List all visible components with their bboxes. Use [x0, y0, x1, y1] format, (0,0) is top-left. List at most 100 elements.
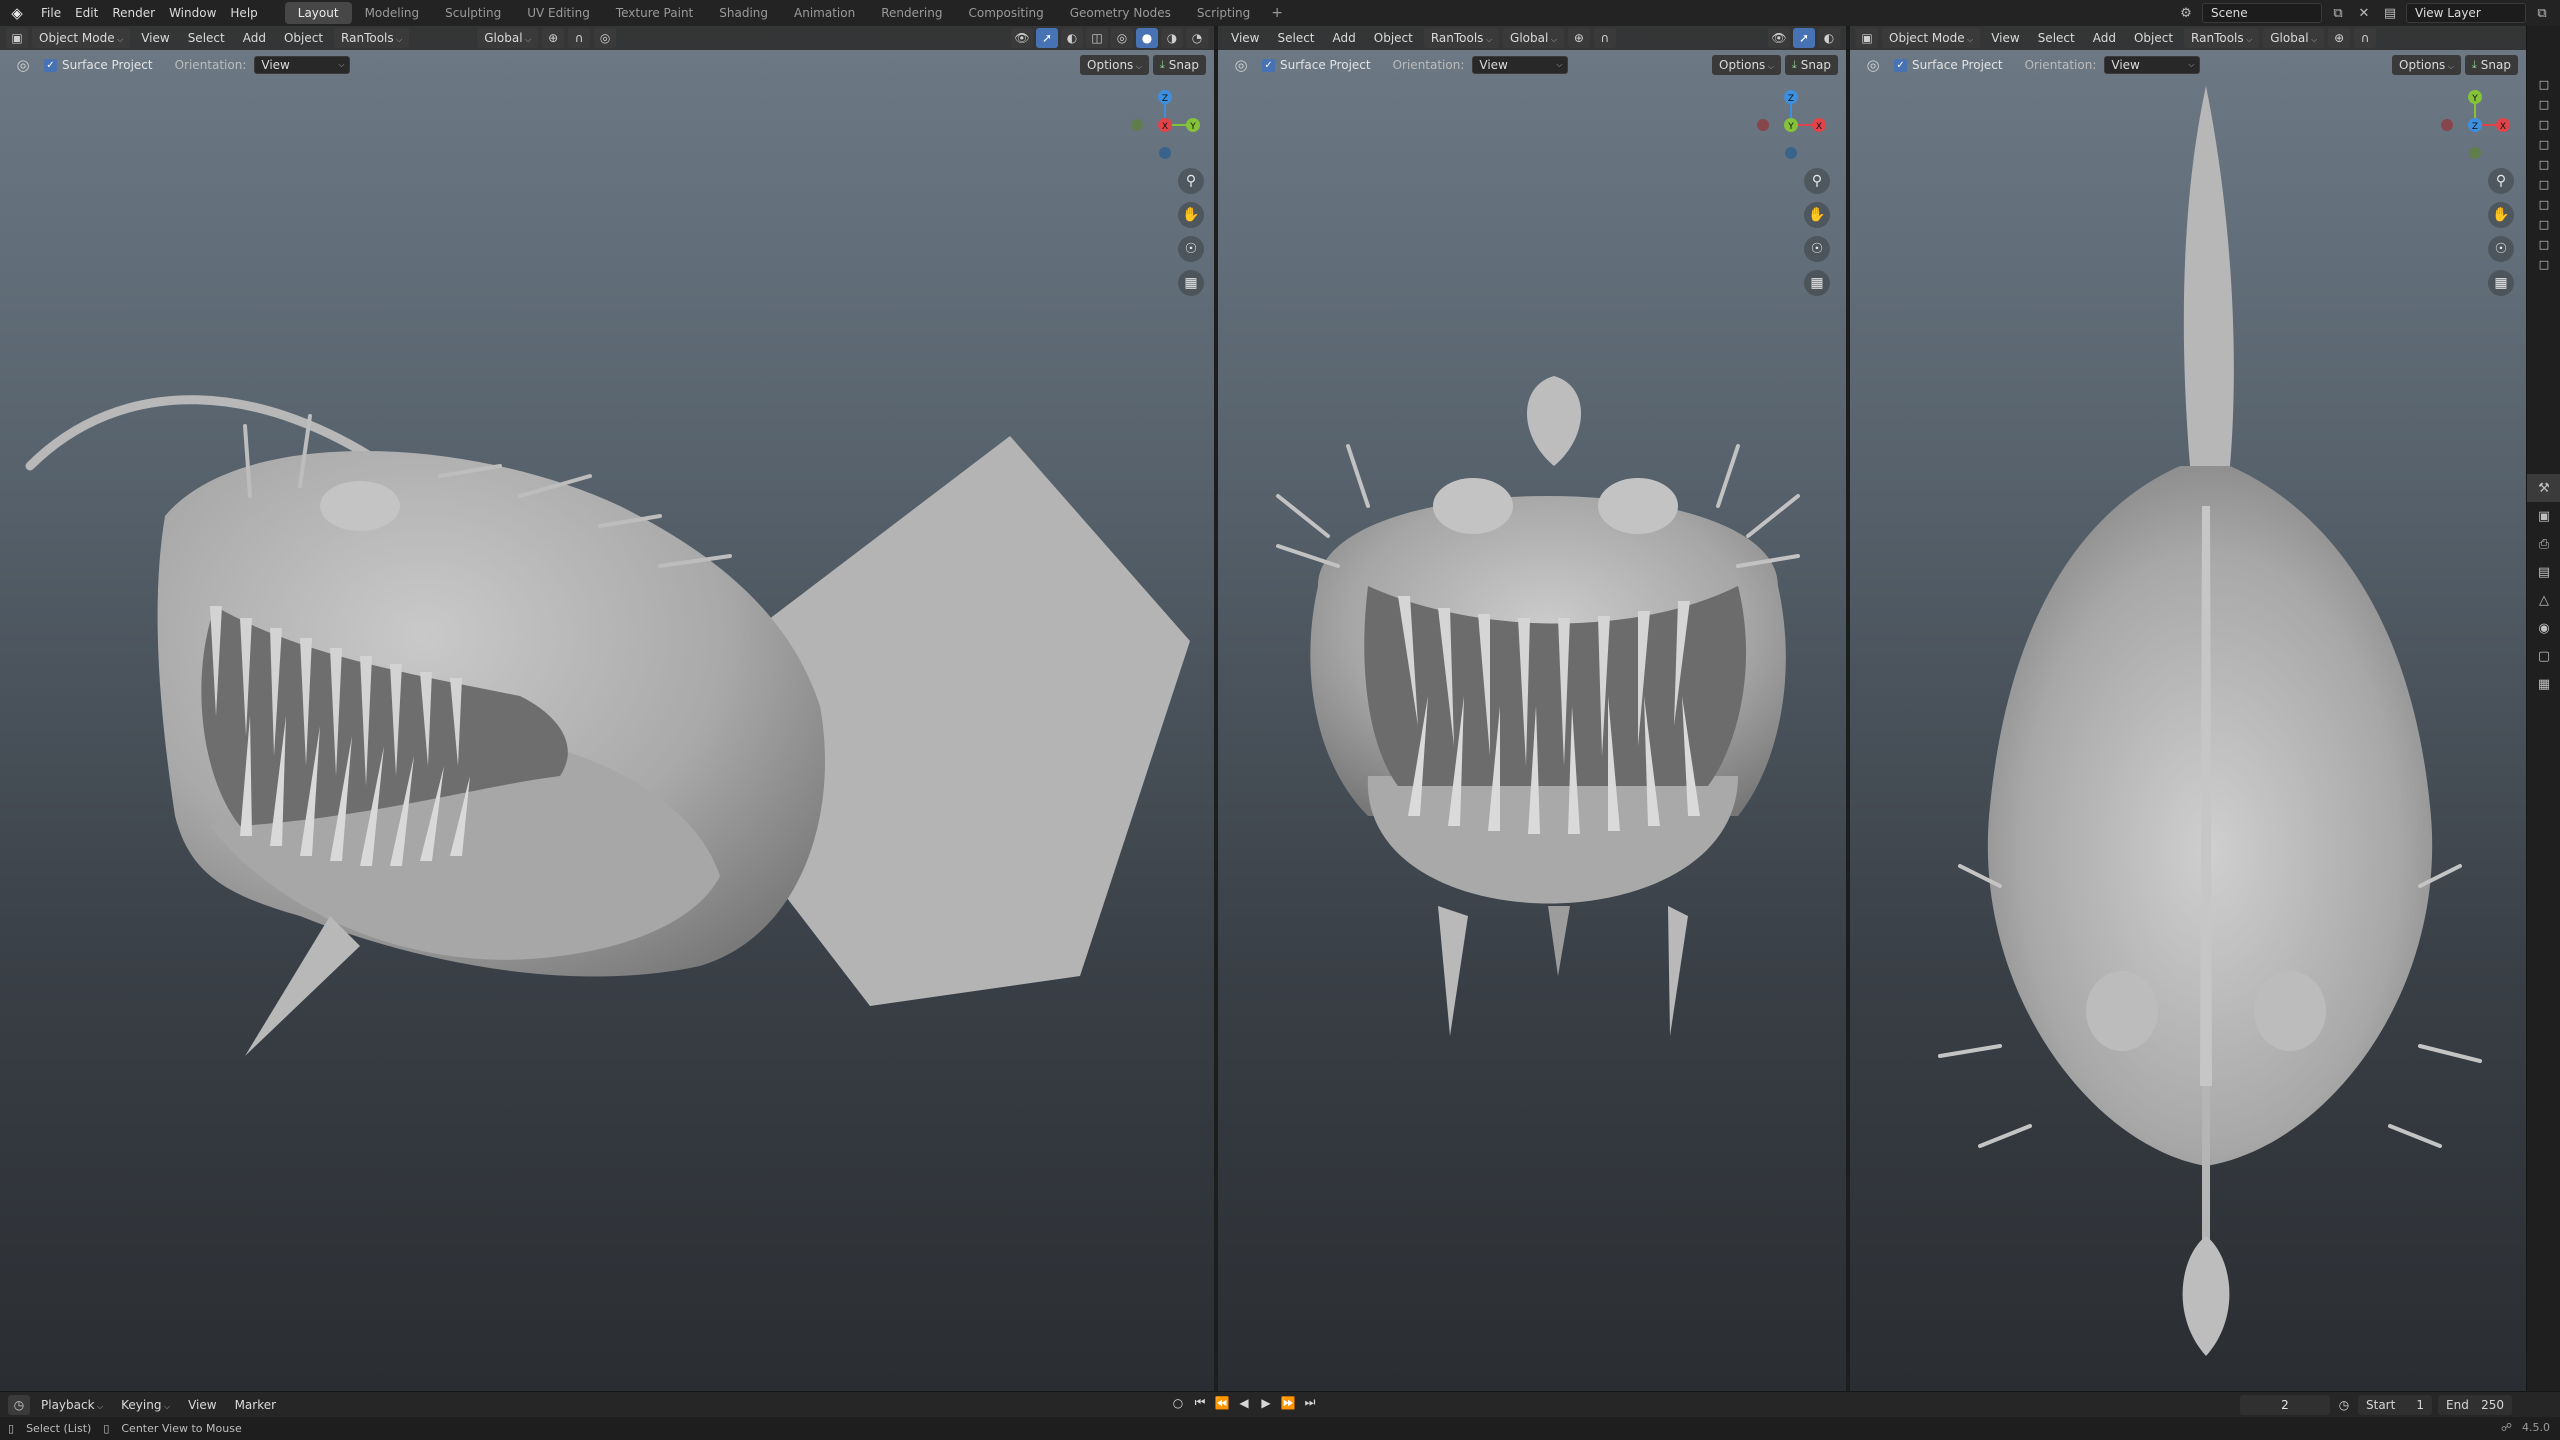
surface-project-checkbox[interactable]: ✓ Surface Project [1262, 58, 1371, 72]
render-properties-icon[interactable]: ▣ [2527, 502, 2560, 530]
options-button[interactable]: Options [1080, 55, 1149, 75]
camera-icon[interactable]: □ [2527, 134, 2560, 154]
gizmo-toggle-icon[interactable]: ➚ [1036, 28, 1058, 48]
editor-type-icon[interactable]: ▣ [6, 28, 28, 48]
tab-shading[interactable]: Shading [706, 2, 781, 24]
menu-window[interactable]: Window [162, 0, 223, 26]
output-properties-icon[interactable]: ⎙ [2527, 530, 2560, 558]
axis-neg-z-icon[interactable] [1785, 147, 1797, 159]
zoom-icon[interactable]: ⚲ [1804, 168, 1830, 194]
mode-selector[interactable]: Object Mode [32, 28, 131, 48]
menu-object[interactable]: Object [277, 28, 330, 48]
view-layer-properties-icon[interactable]: ▤ [2527, 558, 2560, 586]
mode-selector[interactable]: Object Mode [1882, 28, 1981, 48]
camera-view-icon[interactable]: ☉ [1804, 236, 1830, 262]
menu-edit[interactable]: Edit [68, 0, 105, 26]
tab-animation[interactable]: Animation [781, 2, 868, 24]
menu-render[interactable]: Render [105, 0, 162, 26]
pan-hand-icon[interactable]: ✋ [1178, 202, 1204, 228]
editor-type-icon[interactable]: ▣ [1856, 28, 1878, 48]
play-icon[interactable]: ▶ [1258, 1396, 1274, 1410]
menu-add[interactable]: Add [1326, 28, 1363, 48]
visibility-icon[interactable]: 👁 [1768, 28, 1790, 48]
current-frame-field[interactable]: 2 [2240, 1395, 2330, 1415]
options-button[interactable]: Options [1712, 55, 1781, 75]
collection-properties-icon[interactable]: ▢ [2527, 642, 2560, 670]
prev-keyframe-icon[interactable]: ⏪ [1214, 1396, 1230, 1410]
xray-toggle-icon[interactable]: ◫ [1086, 28, 1108, 48]
editor-type-icon[interactable]: ◷ [8, 1394, 30, 1415]
menu-rantools[interactable]: RanTools [2184, 28, 2260, 48]
orientation-dropdown[interactable]: View [254, 56, 351, 74]
camera-icon[interactable]: □ [2527, 154, 2560, 174]
camera-icon[interactable]: □ [2527, 254, 2560, 274]
marker-menu[interactable]: Marker [228, 1395, 283, 1415]
snap-button[interactable]: ⤓ Snap [1784, 55, 1838, 75]
menu-add[interactable]: Add [236, 28, 273, 48]
menu-view[interactable]: View [1984, 28, 2026, 48]
menu-select[interactable]: Select [2031, 28, 2082, 48]
active-tool-icon[interactable]: ◎ [1860, 54, 1886, 76]
creature-top-model[interactable] [1850, 86, 2526, 1366]
play-reverse-icon[interactable]: ◀ [1236, 1396, 1252, 1410]
transform-orientation-selector[interactable]: Global [477, 28, 539, 48]
camera-icon[interactable]: □ [2527, 94, 2560, 114]
zoom-icon[interactable]: ⚲ [1178, 168, 1204, 194]
world-properties-icon[interactable]: ◉ [2527, 614, 2560, 642]
tab-modeling[interactable]: Modeling [352, 2, 433, 24]
tab-compositing[interactable]: Compositing [955, 2, 1056, 24]
active-tool-icon[interactable]: ◎ [10, 54, 36, 76]
creature-side-model[interactable] [0, 356, 1214, 1106]
menu-file[interactable]: File [34, 0, 68, 26]
viewport-side[interactable]: ▣ Object Mode View Select Add Object Ran… [0, 26, 1214, 1391]
blender-logo-icon[interactable]: ◈ [0, 0, 34, 26]
menu-view[interactable]: View [1224, 28, 1266, 48]
jump-end-icon[interactable]: ⏭ [1302, 1395, 1318, 1410]
material-shading-icon[interactable]: ◑ [1161, 28, 1183, 48]
delete-scene-icon[interactable]: ✕ [2354, 3, 2374, 23]
tab-geometry-nodes[interactable]: Geometry Nodes [1057, 2, 1184, 24]
overlay-toggle-icon[interactable]: ◐ [1818, 28, 1840, 48]
texture-properties-icon[interactable]: ▦ [2527, 670, 2560, 698]
visibility-icon[interactable]: 👁 [1011, 28, 1033, 48]
orientation-dropdown[interactable]: View [1472, 56, 1569, 74]
camera-icon[interactable]: □ [2527, 174, 2560, 194]
record-icon[interactable]: ○ [1170, 1396, 1186, 1410]
axis-neg-x-icon[interactable] [1757, 119, 1769, 131]
next-keyframe-icon[interactable]: ⏩ [1280, 1396, 1296, 1410]
tab-uv-editing[interactable]: UV Editing [514, 2, 603, 24]
snap-icon[interactable]: ∩ [2354, 28, 2377, 48]
proportional-edit-icon[interactable]: ◎ [594, 28, 617, 48]
transform-orientation-selector[interactable]: Global [1503, 28, 1564, 48]
axis-neg-y-icon[interactable] [1131, 119, 1143, 131]
pan-hand-icon[interactable]: ✋ [1804, 202, 1830, 228]
pivot-icon[interactable]: ⊕ [1567, 28, 1590, 48]
snap-button[interactable]: ⤓ Snap [2464, 55, 2518, 75]
end-frame-field[interactable]: End 250 [2438, 1395, 2512, 1415]
add-workspace-button[interactable]: + [1263, 5, 1291, 21]
transform-orientation-selector[interactable]: Global [2263, 28, 2325, 48]
options-button[interactable]: Options [2392, 55, 2461, 75]
playback-menu[interactable]: Playback [34, 1395, 110, 1415]
pivot-icon[interactable]: ⊕ [542, 28, 565, 48]
rendered-shading-icon[interactable]: ◔ [1186, 28, 1208, 48]
scene-properties-icon[interactable]: △ [2527, 586, 2560, 614]
overlay-toggle-icon[interactable]: ◐ [1061, 28, 1083, 48]
tab-layout[interactable]: Layout [284, 2, 352, 24]
surface-project-checkbox[interactable]: ✓ Surface Project [1894, 58, 2003, 72]
new-scene-icon[interactable]: ⧉ [2328, 3, 2348, 23]
active-tool-icon[interactable]: ◎ [1228, 54, 1254, 76]
navigation-gizmo[interactable]: Z Y X [1120, 80, 1210, 170]
snap-icon[interactable]: ∩ [568, 28, 591, 48]
menu-add[interactable]: Add [2086, 28, 2123, 48]
camera-icon[interactable]: □ [2527, 114, 2560, 134]
new-view-layer-icon[interactable]: ⧉ [2532, 3, 2552, 23]
camera-icon[interactable]: □ [2527, 74, 2560, 94]
keying-menu[interactable]: Keying [114, 1395, 177, 1415]
snap-icon[interactable]: ∩ [1593, 28, 1616, 48]
orientation-dropdown[interactable]: View [2104, 56, 2201, 74]
menu-help[interactable]: Help [223, 0, 264, 26]
camera-view-icon[interactable]: ☉ [1178, 236, 1204, 262]
menu-view[interactable]: View [134, 28, 176, 48]
tab-scripting[interactable]: Scripting [1184, 2, 1263, 24]
